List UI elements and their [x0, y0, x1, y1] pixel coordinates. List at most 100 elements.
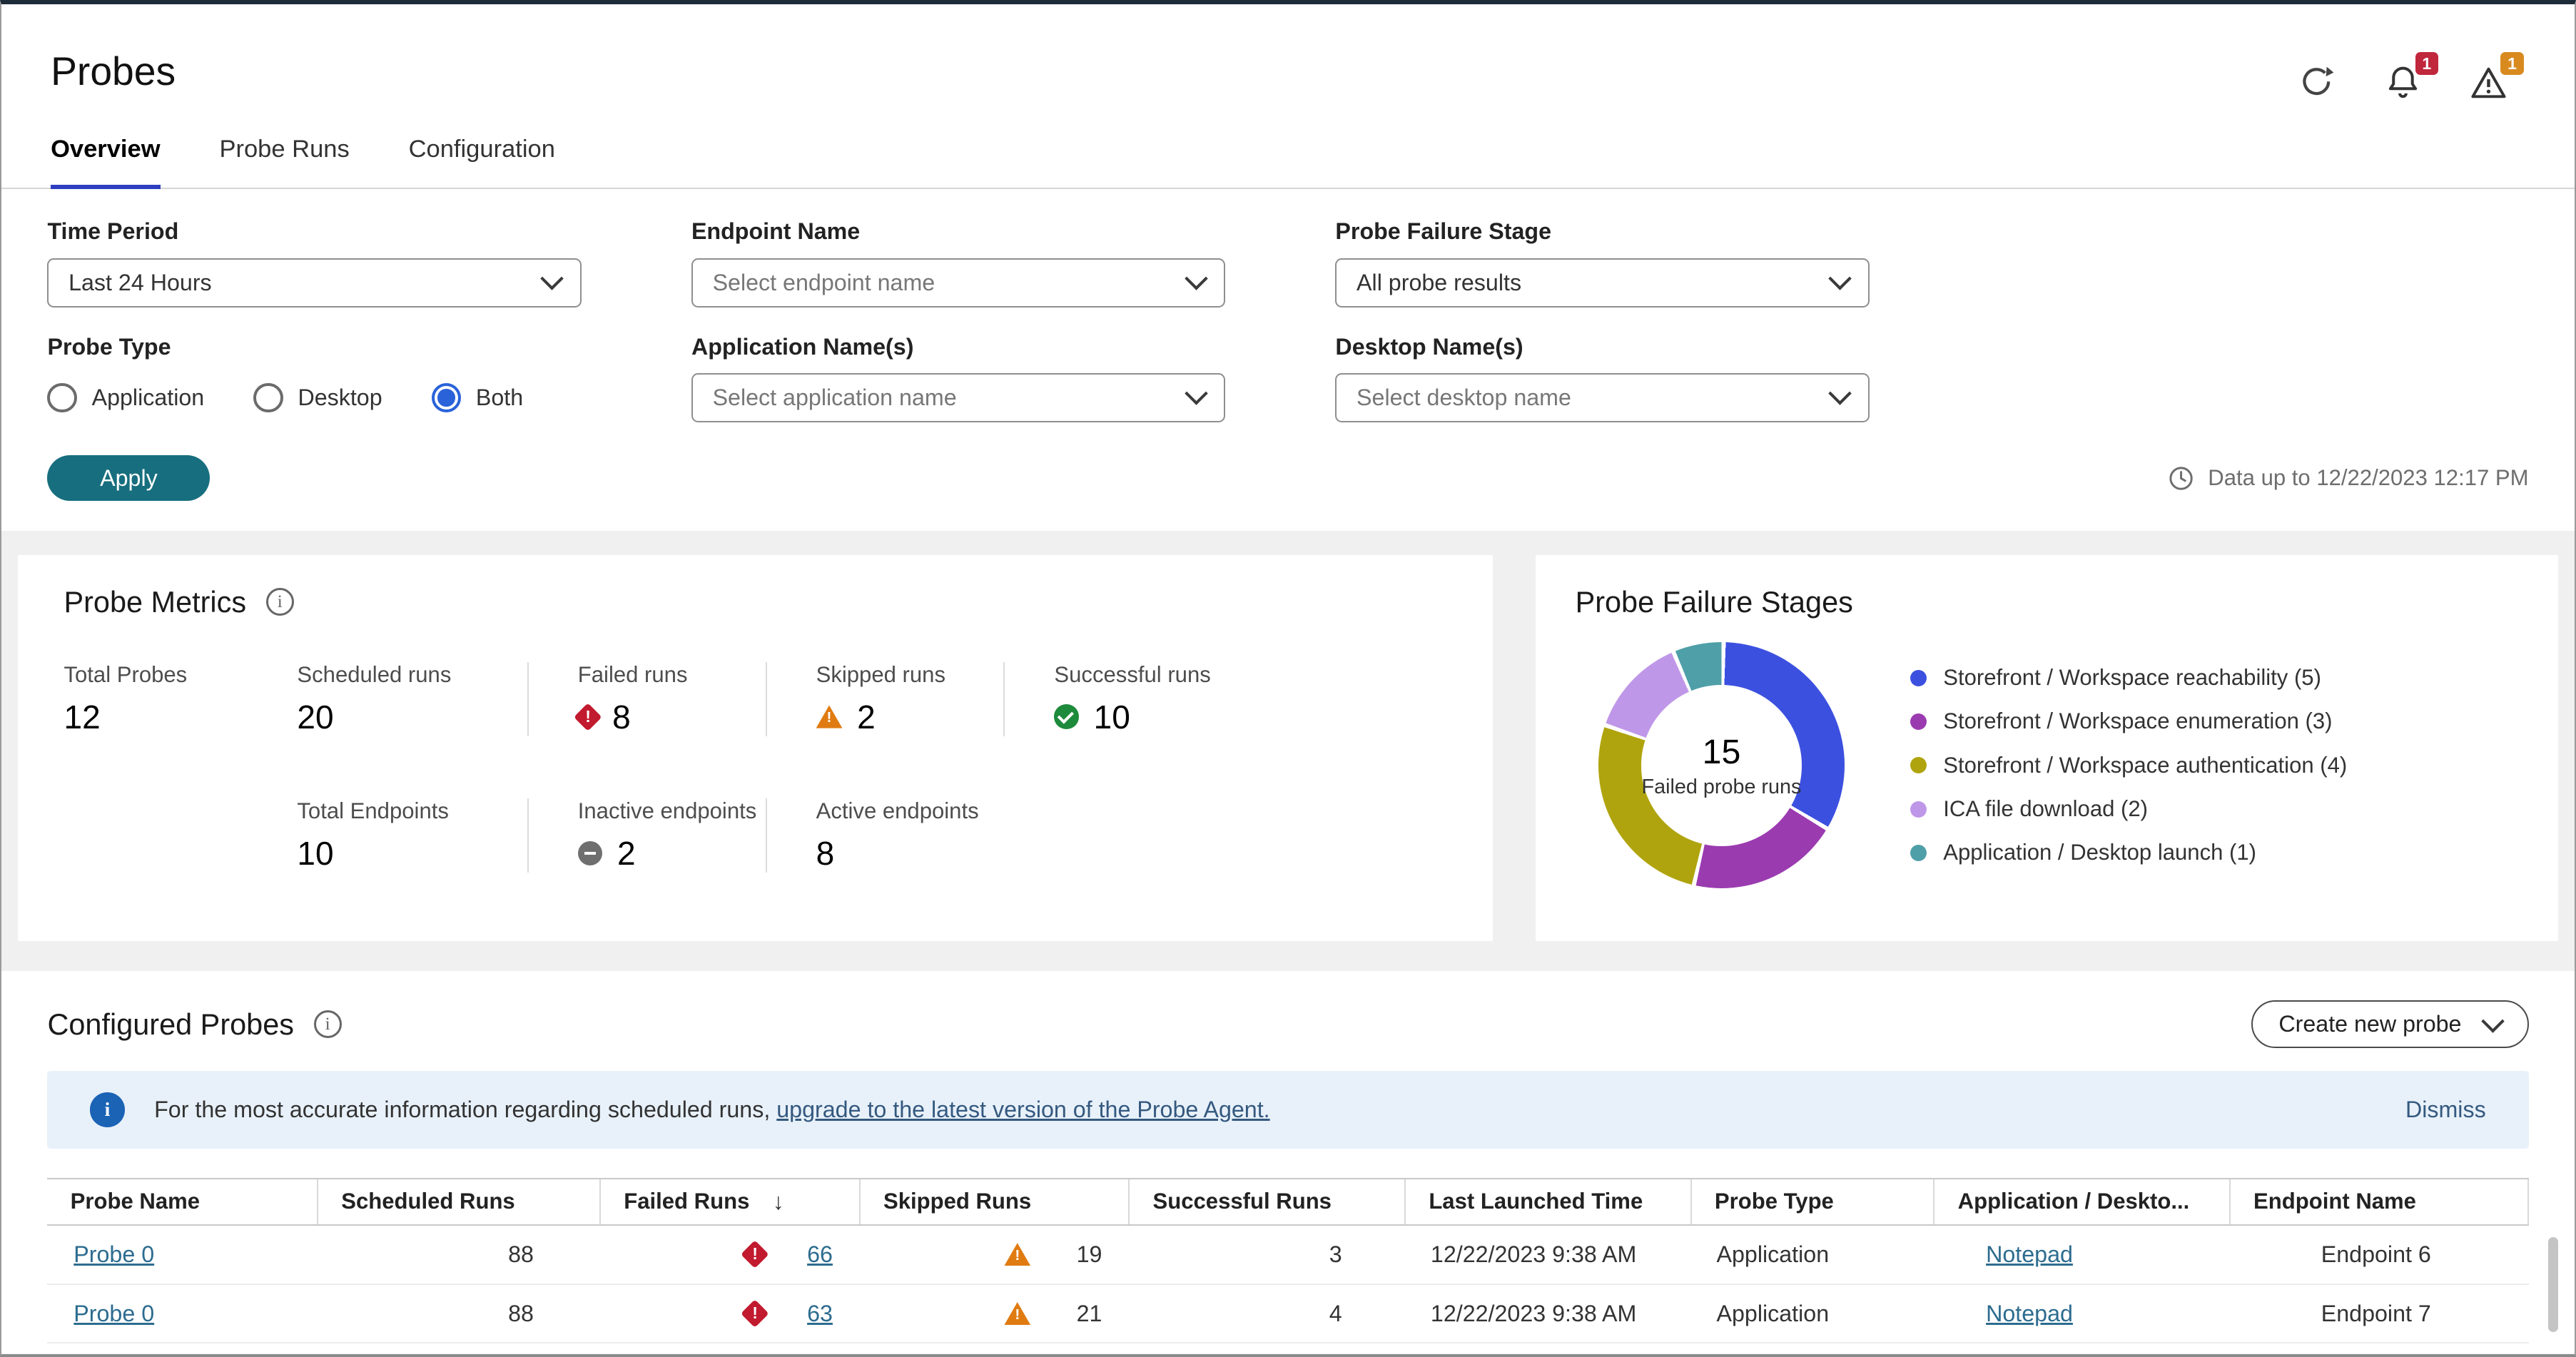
probe-type-label: Probe Type: [47, 333, 171, 360]
sort-desc-icon[interactable]: [773, 1189, 784, 1215]
successful-runs-cell: 4: [1329, 1300, 1342, 1326]
metric-spacer: [64, 798, 297, 873]
apply-button[interactable]: Apply: [47, 455, 211, 502]
warnings-button[interactable]: 1: [2470, 51, 2524, 103]
failed-runs-link[interactable]: 66: [807, 1241, 833, 1268]
chevron-down-icon: [2480, 1009, 2505, 1033]
time-period-value: Last 24 Hours: [69, 269, 212, 295]
desktop-names-label: Desktop Name(s): [1335, 333, 1523, 360]
endpoint-name-cell: Endpoint 6: [2321, 1241, 2431, 1267]
table-row: Probe 0 88 66 19 3 12/22/2023 9:38 AM Ap…: [47, 1226, 2529, 1285]
col-scheduled-runs[interactable]: Scheduled Runs: [317, 1179, 599, 1224]
probe-metrics-card: Probe Metrics Total Probes 12 Scheduled …: [18, 555, 1494, 942]
donut-center-label: Failed probe runs: [1641, 775, 1802, 798]
metric-inactive-endpoints: Inactive endpoints 2: [527, 798, 766, 873]
configured-probes-section: Configured Probes Create new probe For t…: [1, 970, 2575, 1344]
create-new-probe-button[interactable]: Create new probe: [2251, 1000, 2529, 1049]
upgrade-link[interactable]: upgrade to the latest version of the Pro…: [776, 1097, 1269, 1122]
donut-center: 15 Failed probe runs: [1641, 684, 1802, 846]
refresh-icon: [2303, 66, 2334, 95]
probes-table: Probe Name Scheduled Runs Failed Runs Sk…: [47, 1177, 2558, 1344]
endpoint-name-select[interactable]: Select endpoint name: [691, 258, 1226, 308]
probe-name-link[interactable]: Probe 0: [73, 1301, 154, 1326]
col-probe-type[interactable]: Probe Type: [1690, 1179, 1934, 1224]
scheduled-runs-cell: 88: [508, 1241, 534, 1267]
refresh-button[interactable]: [2298, 63, 2338, 103]
metric-total-probes: Total Probes 12: [64, 661, 188, 736]
radio-desktop[interactable]: Desktop: [253, 382, 382, 413]
radio-circle-icon: [431, 382, 462, 413]
banner-text: For the most accurate information regard…: [154, 1096, 1270, 1122]
alerts-badge: 1: [2415, 51, 2438, 75]
table-scrollbar[interactable]: [2548, 1236, 2558, 1333]
col-last-launched-time[interactable]: Last Launched Time: [1404, 1179, 1690, 1224]
chevron-down-icon: [1828, 382, 1852, 405]
failed-runs-cell: 63: [599, 1299, 859, 1328]
metrics-row-1: Total Probes 12 Scheduled runs 20 Failed…: [64, 661, 1493, 736]
radio-application[interactable]: Application: [47, 382, 204, 413]
legend-dot-icon: [1910, 669, 1927, 686]
filter-time-period: Time Period Last 24 Hours: [47, 218, 582, 308]
skipped-runs-cell: 21: [859, 1301, 1129, 1327]
probe-name-link[interactable]: Probe 0: [73, 1241, 154, 1267]
col-probe-name[interactable]: Probe Name: [47, 1179, 317, 1224]
data-up-to-text: Data up to 12/22/2023 12:17 PM: [2208, 465, 2529, 491]
probe-type-radios: Application Desktop Both: [47, 373, 581, 422]
warnings-badge: 1: [2500, 51, 2524, 75]
app-window: Probes 1 1 Overview Probe Runs Configura…: [0, 0, 2576, 1357]
skipped-runs-cell: 19: [859, 1241, 1129, 1268]
metrics-row-2: Total Endpoints 10 Inactive endpoints 2 …: [64, 798, 1493, 873]
chevron-down-icon: [1184, 267, 1208, 290]
legend-item: Storefront / Workspace reachability (5): [1910, 665, 2347, 691]
col-successful-runs[interactable]: Successful Runs: [1128, 1179, 1404, 1224]
radio-both[interactable]: Both: [431, 382, 523, 413]
desktop-names-placeholder: Select desktop name: [1357, 384, 1571, 410]
alerts-button[interactable]: 1: [2384, 51, 2438, 103]
legend-dot-icon: [1910, 801, 1927, 818]
probe-failure-stage-select[interactable]: All probe results: [1335, 258, 1870, 308]
last-launched-cell: 12/22/2023 9:38 AM: [1430, 1241, 1637, 1267]
data-up-to: Data up to 12/22/2023 12:17 PM: [2167, 464, 2529, 492]
metric-scheduled-runs: Scheduled runs 20: [297, 661, 452, 736]
filter-application-names: Application Name(s) Select application n…: [691, 334, 1226, 422]
donut-center-value: 15: [1702, 732, 1741, 771]
col-failed-runs[interactable]: Failed Runs: [599, 1179, 859, 1224]
radio-desktop-label: Desktop: [298, 384, 382, 410]
legend-item: Storefront / Workspace enumeration (3): [1910, 708, 2347, 734]
upgrade-banner: For the most accurate information regard…: [47, 1071, 2529, 1149]
legend-label: ICA file download (2): [1943, 796, 2149, 822]
col-endpoint-name[interactable]: Endpoint Name: [2228, 1179, 2529, 1224]
probe-failure-stage-label: Probe Failure Stage: [1335, 218, 1552, 245]
probe-failure-stage-value: All probe results: [1357, 269, 1522, 295]
application-link[interactable]: Notepad: [1986, 1241, 2073, 1267]
create-new-probe-label: Create new probe: [2278, 1011, 2462, 1037]
radio-circle-icon: [253, 382, 283, 413]
dismiss-link[interactable]: Dismiss: [2405, 1097, 2486, 1123]
legend-item: Storefront / Workspace authentication (4…: [1910, 753, 2347, 778]
legend-dot-icon: [1910, 844, 1927, 861]
info-icon[interactable]: [265, 588, 294, 616]
legend-item: ICA file download (2): [1910, 796, 2347, 822]
application-names-select[interactable]: Select application name: [691, 372, 1226, 422]
endpoint-name-label: Endpoint Name: [691, 218, 861, 245]
info-icon[interactable]: [313, 1010, 342, 1039]
col-application-desktop[interactable]: Application / Deskto...: [1933, 1179, 2228, 1224]
chevron-down-icon: [1184, 382, 1208, 405]
col-skipped-runs[interactable]: Skipped Runs: [858, 1179, 1129, 1224]
table-header-row: Probe Name Scheduled Runs Failed Runs Sk…: [47, 1177, 2529, 1226]
skipped-icon: [1004, 1301, 1031, 1326]
cards-section: Probe Metrics Total Probes 12 Scheduled …: [1, 530, 2575, 971]
metric-successful-runs: Successful runs 10: [1003, 661, 1493, 736]
time-period-select[interactable]: Last 24 Hours: [47, 258, 582, 308]
tab-configuration[interactable]: Configuration: [409, 136, 555, 188]
filter-endpoint-name: Endpoint Name Select endpoint name: [691, 218, 1226, 308]
chevron-down-icon: [1828, 267, 1852, 290]
failed-runs-link[interactable]: 63: [807, 1301, 833, 1327]
tab-probe-runs[interactable]: Probe Runs: [219, 136, 349, 188]
skipped-icon: [816, 705, 843, 728]
metric-skipped-runs: Skipped runs 2: [765, 661, 1004, 736]
tab-overview[interactable]: Overview: [51, 136, 161, 190]
application-link[interactable]: Notepad: [1986, 1301, 2073, 1326]
failure-stages-card: Probe Failure Stages 15 Failed probe run…: [1536, 555, 2558, 942]
desktop-names-select[interactable]: Select desktop name: [1335, 372, 1870, 422]
